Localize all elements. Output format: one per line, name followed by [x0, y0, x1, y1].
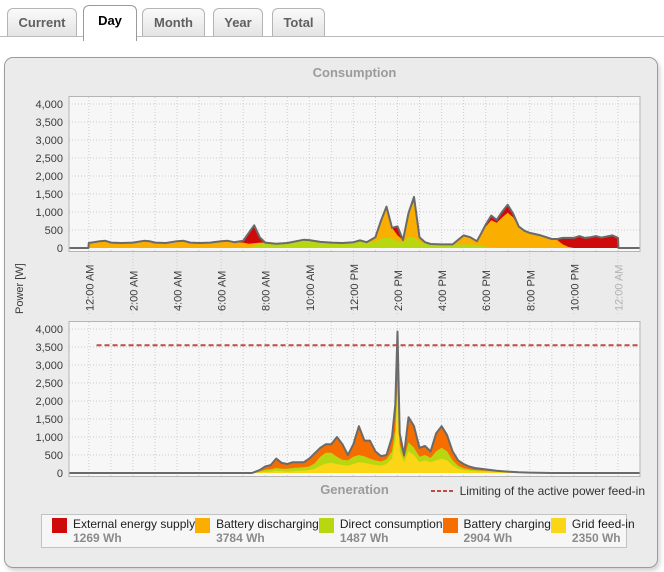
time-axis-strip: 12:00 AM 2:00 AM 4:00 AM 6:00 AM 8:00 AM 10:0…: [9, 253, 649, 315]
svg-text:1,500: 1,500: [35, 189, 63, 201]
svg-text:4,000: 4,000: [35, 99, 63, 111]
svg-text:8:00 AM: 8:00 AM: [261, 271, 273, 311]
legend-item: External energy supply1269 Wh: [52, 517, 195, 546]
legend-value: 1269 Wh: [73, 531, 195, 545]
legend-item: Battery discharging3784 Wh: [195, 517, 319, 546]
svg-text:2,000: 2,000: [35, 396, 63, 408]
legend-value: 2350 Wh: [572, 531, 635, 545]
energy-legend: External energy supply1269 WhBattery dis…: [41, 514, 627, 548]
svg-text:2,500: 2,500: [35, 378, 63, 390]
svg-text:2,000: 2,000: [35, 171, 63, 183]
tab-current[interactable]: Current: [7, 8, 77, 36]
tab-total[interactable]: Total: [272, 8, 325, 36]
svg-text:10:00 PM: 10:00 PM: [569, 264, 581, 311]
svg-text:6:00 PM: 6:00 PM: [481, 270, 493, 311]
legend-item: Grid feed-in2350 Wh: [551, 517, 635, 546]
svg-text:4,000: 4,000: [35, 324, 63, 336]
legend-value: 1487 Wh: [340, 531, 443, 545]
legend-label: External energy supply: [73, 517, 195, 531]
svg-text:1,500: 1,500: [35, 414, 63, 426]
svg-text:4:00 PM: 4:00 PM: [437, 270, 449, 311]
svg-text:10:00 AM: 10:00 AM: [305, 265, 317, 311]
legend-label: Battery charging: [464, 517, 551, 531]
svg-text:12:00 AM: 12:00 AM: [613, 265, 625, 311]
svg-text:3,000: 3,000: [35, 135, 63, 147]
svg-text:12:00 AM: 12:00 AM: [84, 265, 96, 311]
legend-label: Battery discharging: [216, 517, 319, 531]
svg-text:6:00 AM: 6:00 AM: [217, 271, 229, 311]
legend-color-swatch: [52, 518, 67, 533]
consumption-chart: 4,000 3,500 3,000 2,500 2,000 1,500 1,000 500 0: [9, 96, 649, 252]
legend-color-swatch: [443, 518, 458, 533]
legend-value: 2904 Wh: [464, 531, 551, 545]
energy-balance-panel: Consumption 4,000 3,500 3,000 2,500 2,000 1,5…: [4, 57, 658, 568]
consumption-chart-title: Consumption: [69, 65, 640, 80]
svg-text:500: 500: [45, 450, 63, 462]
tab-bar: CurrentDayMonth Year Total: [0, 0, 664, 42]
legend-color-swatch: [551, 518, 566, 533]
svg-text:0: 0: [57, 468, 63, 477]
legend-color-swatch: [195, 518, 210, 533]
svg-text:4:00 AM: 4:00 AM: [173, 271, 185, 311]
svg-text:8:00 PM: 8:00 PM: [525, 270, 537, 311]
limit-line-label: Limiting of the active power feed-in: [460, 484, 645, 498]
svg-text:0: 0: [57, 243, 63, 252]
svg-text:2,500: 2,500: [35, 153, 63, 165]
svg-text:500: 500: [45, 225, 63, 237]
legend-value: 3784 Wh: [216, 531, 319, 545]
power-axis-label: Power [W]: [14, 263, 26, 314]
legend-item: Direct consumption1487 Wh: [319, 517, 443, 546]
legend-label: Direct consumption: [340, 517, 443, 531]
tab-year[interactable]: Year: [213, 8, 263, 36]
legend-label: Grid feed-in: [572, 517, 635, 531]
tab-month[interactable]: Month: [142, 8, 205, 36]
svg-text:3,000: 3,000: [35, 360, 63, 372]
legend-item: Battery charging2904 Wh: [443, 517, 551, 546]
svg-text:1,000: 1,000: [35, 432, 63, 444]
generation-chart: 4,000 3,500 3,000 2,500 2,000 1,500 1,000 500 0: [9, 321, 649, 477]
tab-day[interactable]: Day: [83, 5, 137, 41]
svg-text:2:00 AM: 2:00 AM: [128, 271, 140, 311]
legend-color-swatch: [319, 518, 334, 533]
svg-text:2:00 PM: 2:00 PM: [393, 270, 405, 311]
limit-line-dash-icon: [431, 488, 453, 494]
svg-text:12:00 PM: 12:00 PM: [349, 264, 361, 311]
svg-text:3,500: 3,500: [35, 342, 63, 354]
generation-footer-row: Generation Limiting of the active power …: [5, 482, 657, 502]
svg-text:3,500: 3,500: [35, 117, 63, 129]
svg-text:1,000: 1,000: [35, 207, 63, 219]
limit-line-annotation: Limiting of the active power feed-in: [431, 484, 645, 498]
